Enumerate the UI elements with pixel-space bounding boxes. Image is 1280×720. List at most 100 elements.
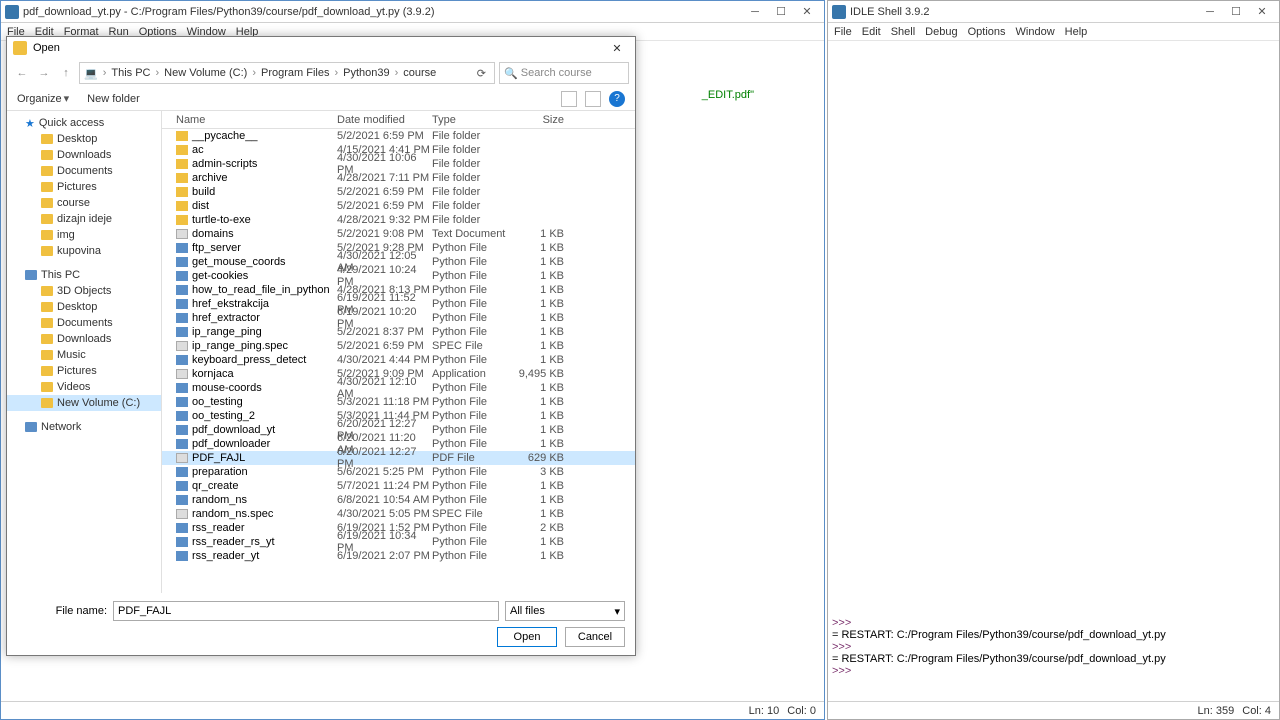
sidebar-item[interactable]: course [7, 195, 161, 211]
file-row[interactable]: get-cookies4/29/2021 10:24 PMPython File… [162, 269, 635, 283]
folder-icon [41, 366, 53, 376]
dialog-sidebar: ★Quick access DesktopDownloadsDocumentsP… [7, 111, 162, 593]
sidebar-item[interactable]: dizajn ideje [7, 211, 161, 227]
file-row[interactable]: admin-scripts4/30/2021 10:06 PMFile fold… [162, 157, 635, 171]
file-row[interactable]: PDF_FAJL6/20/2021 12:27 PMPDF File629 KB [162, 451, 635, 465]
network[interactable]: Network [7, 419, 161, 435]
cancel-button[interactable]: Cancel [565, 627, 625, 647]
file-icon [176, 187, 188, 197]
help-button[interactable]: ? [609, 91, 625, 107]
dialog-titlebar[interactable]: Open ✕ [7, 37, 635, 59]
open-button[interactable]: Open [497, 627, 557, 647]
quick-access[interactable]: ★Quick access [7, 115, 161, 131]
refresh-button[interactable]: ⟳ [473, 67, 490, 80]
file-row[interactable]: dist5/2/2021 6:59 PMFile folder [162, 199, 635, 213]
sidebar-item[interactable]: Music [7, 347, 161, 363]
file-row[interactable]: href_extractor6/19/2021 10:20 PMPython F… [162, 311, 635, 325]
file-list: Name Date modified Type Size __pycache__… [162, 111, 635, 593]
maximize-button[interactable]: ☐ [1223, 3, 1249, 21]
filetype-select[interactable]: All files▾ [505, 601, 625, 621]
dialog-toolbar: Organize ▾ New folder ? [7, 87, 635, 111]
close-button[interactable]: ✕ [794, 3, 820, 21]
menu-edit[interactable]: Edit [862, 26, 881, 38]
file-row[interactable]: oo_testing5/3/2021 11:18 PMPython File1 … [162, 395, 635, 409]
organize-button[interactable]: Organize [17, 93, 62, 105]
organize-dropdown-icon[interactable]: ▾ [64, 92, 70, 105]
file-row[interactable]: rss_reader_yt6/19/2021 2:07 PMPython Fil… [162, 549, 635, 563]
column-headers[interactable]: Name Date modified Type Size [162, 111, 635, 129]
folder-icon [13, 41, 27, 55]
file-row[interactable]: archive4/28/2021 7:11 PMFile folder [162, 171, 635, 185]
file-row[interactable]: rss_reader_rs_yt6/19/2021 10:34 PMPython… [162, 535, 635, 549]
file-row[interactable]: turtle-to-exe4/28/2021 9:32 PMFile folde… [162, 213, 635, 227]
file-row[interactable]: domains5/2/2021 9:08 PMText Document1 KB [162, 227, 635, 241]
crumb-programfiles[interactable]: Program Files [261, 67, 329, 79]
menu-window[interactable]: Window [1016, 26, 1055, 38]
file-icon [176, 257, 188, 267]
dialog-title: Open [33, 42, 605, 54]
folder-icon [41, 198, 53, 208]
filename-input[interactable] [113, 601, 499, 621]
col-size[interactable]: Size [512, 114, 572, 126]
menu-options[interactable]: Options [968, 26, 1006, 38]
menu-debug[interactable]: Debug [925, 26, 957, 38]
close-button[interactable]: ✕ [1249, 3, 1275, 21]
minimize-button[interactable]: ─ [742, 3, 768, 21]
back-button[interactable]: ← [13, 64, 31, 82]
sidebar-item[interactable]: Downloads [7, 331, 161, 347]
sidebar-item[interactable]: Downloads [7, 147, 161, 163]
new-folder-button[interactable]: New folder [87, 93, 140, 105]
sidebar-item[interactable]: kupovina [7, 243, 161, 259]
col-date[interactable]: Date modified [337, 114, 432, 126]
sidebar-item[interactable]: Documents [7, 163, 161, 179]
forward-button[interactable]: → [35, 64, 53, 82]
shell-titlebar[interactable]: IDLE Shell 3.9.2 ─ ☐ ✕ [828, 1, 1279, 23]
file-row[interactable]: __pycache__5/2/2021 6:59 PMFile folder [162, 129, 635, 143]
menu-help[interactable]: Help [1065, 26, 1088, 38]
crumb-thispc[interactable]: This PC [111, 67, 150, 79]
sidebar-item[interactable]: Desktop [7, 299, 161, 315]
shell-body[interactable]: >>> = RESTART: C:/Program Files/Python39… [828, 41, 1279, 701]
file-row[interactable]: build5/2/2021 6:59 PMFile folder [162, 185, 635, 199]
minimize-button[interactable]: ─ [1197, 3, 1223, 21]
sidebar-item[interactable]: img [7, 227, 161, 243]
file-icon [176, 551, 188, 561]
crumb-course[interactable]: course [403, 67, 436, 79]
menu-shell[interactable]: Shell [891, 26, 915, 38]
filename-label: File name: [17, 605, 107, 617]
crumb-drive[interactable]: New Volume (C:) [164, 67, 247, 79]
breadcrumb[interactable]: 💻 ›This PC ›New Volume (C:) ›Program Fil… [79, 62, 495, 84]
file-row[interactable]: random_ns6/8/2021 10:54 AMPython File1 K… [162, 493, 635, 507]
sidebar-item[interactable]: Documents [7, 315, 161, 331]
file-icon [176, 173, 188, 183]
preview-button[interactable] [585, 91, 601, 107]
col-name[interactable]: Name [162, 114, 337, 126]
crumb-python39[interactable]: Python39 [343, 67, 389, 79]
sidebar-item[interactable]: 3D Objects [7, 283, 161, 299]
file-icon [176, 495, 188, 505]
this-pc[interactable]: This PC [7, 267, 161, 283]
pc-icon [25, 270, 37, 280]
file-row[interactable]: keyboard_press_detect4/30/2021 4:44 PMPy… [162, 353, 635, 367]
view-button[interactable] [561, 91, 577, 107]
open-dialog: Open ✕ ← → ↑ 💻 ›This PC ›New Volume (C:)… [6, 36, 636, 656]
file-row[interactable]: mouse-coords4/30/2021 12:10 AMPython Fil… [162, 381, 635, 395]
dialog-close-button[interactable]: ✕ [605, 42, 629, 55]
editor-titlebar[interactable]: pdf_download_yt.py - C:/Program Files/Py… [1, 1, 824, 23]
file-row[interactable]: preparation5/6/2021 5:25 PMPython File3 … [162, 465, 635, 479]
sidebar-item[interactable]: Pictures [7, 363, 161, 379]
sidebar-item[interactable]: Pictures [7, 179, 161, 195]
menu-file[interactable]: File [834, 26, 852, 38]
sidebar-item[interactable]: New Volume (C:) [7, 395, 161, 411]
file-row[interactable]: qr_create5/7/2021 11:24 PMPython File1 K… [162, 479, 635, 493]
shell-menubar: File Edit Shell Debug Options Window Hel… [828, 23, 1279, 41]
col-type[interactable]: Type [432, 114, 512, 126]
up-button[interactable]: ↑ [57, 64, 75, 82]
search-input[interactable]: 🔍 Search course [499, 62, 629, 84]
file-row[interactable]: random_ns.spec4/30/2021 5:05 PMSPEC File… [162, 507, 635, 521]
file-row[interactable]: ip_range_ping.spec5/2/2021 6:59 PMSPEC F… [162, 339, 635, 353]
file-row[interactable]: ip_range_ping5/2/2021 8:37 PMPython File… [162, 325, 635, 339]
sidebar-item[interactable]: Videos [7, 379, 161, 395]
sidebar-item[interactable]: Desktop [7, 131, 161, 147]
maximize-button[interactable]: ☐ [768, 3, 794, 21]
